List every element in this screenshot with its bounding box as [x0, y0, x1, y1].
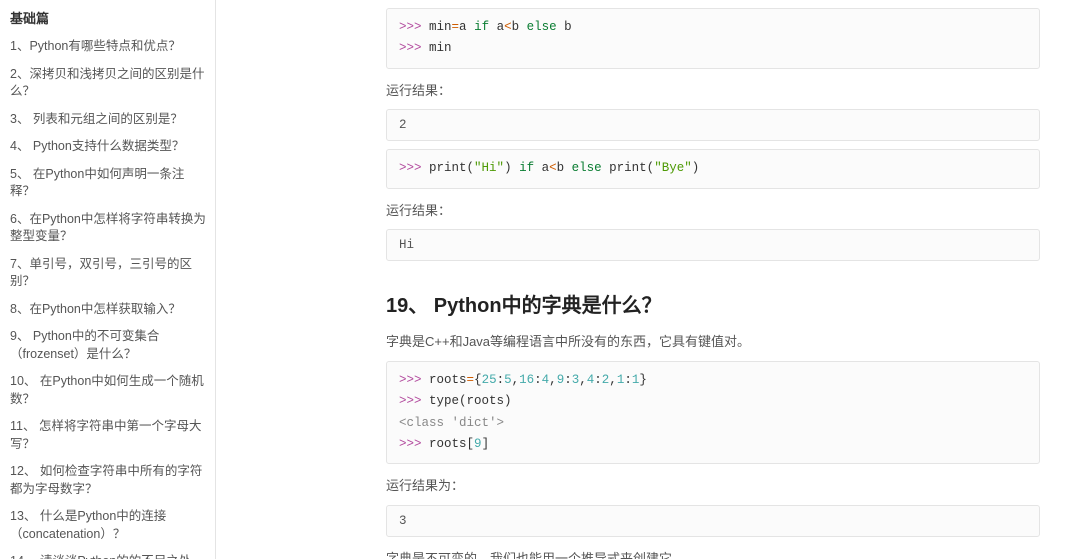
output-block: Hi: [386, 229, 1040, 261]
sidebar-item-2[interactable]: 2、深拷贝和浅拷贝之间的区别是什么？: [10, 61, 209, 106]
output-block: 3: [386, 505, 1040, 537]
code-block-min: >>> min=a if a<b else b>>> min: [386, 8, 1040, 69]
sidebar-item-8[interactable]: 8、在Python中怎样获取输入？: [10, 296, 209, 324]
paragraph: 字典是不可变的，我们也能用一个推导式来创建它。: [386, 549, 1040, 559]
sidebar-item-11[interactable]: 11、 怎样将字符串中第一个字母大写？: [10, 413, 209, 458]
code-line: >>> type(roots): [399, 391, 1027, 412]
result-label: 运行结果：: [386, 201, 1040, 222]
sidebar-item-14[interactable]: 14、 请谈谈Python的的不足之处。: [10, 548, 209, 559]
paragraph: 字典是C++和Java等编程语言中所没有的东西，它具有键值对。: [386, 332, 1040, 353]
code-line: >>> print("Hi") if a<b else print("Bye"): [399, 158, 1027, 179]
sidebar-list: 1、Python有哪些特点和优点？2、深拷贝和浅拷贝之间的区别是什么？3、 列表…: [10, 33, 209, 559]
code-line: >>> min=a if a<b else b: [399, 17, 1027, 38]
code-block-roots-dict: >>> roots={25:5,16:4,9:3,4:2,1:1}>>> typ…: [386, 361, 1040, 464]
sidebar-item-5[interactable]: 5、 在Python中如何声明一条注释？: [10, 161, 209, 206]
sidebar-item-7[interactable]: 7、单引号，双引号，三引号的区别？: [10, 251, 209, 296]
sidebar-item-9[interactable]: 9、 Python中的不可变集合（frozenset）是什么？: [10, 323, 209, 368]
result-label: 运行结果：: [386, 81, 1040, 102]
code-line: <class 'dict'>: [399, 413, 1027, 434]
code-line: >>> roots[9]: [399, 434, 1027, 455]
code-block-print-hi: >>> print("Hi") if a<b else print("Bye"): [386, 149, 1040, 188]
sidebar-item-3[interactable]: 3、 列表和元组之间的区别是？: [10, 106, 209, 134]
section-title-19: 19、 Python中的字典是什么？: [386, 289, 1040, 318]
sidebar-item-13[interactable]: 13、 什么是Python中的连接（concatenation）？: [10, 503, 209, 548]
output-block: 2: [386, 109, 1040, 141]
sidebar-item-1[interactable]: 1、Python有哪些特点和优点？: [10, 33, 209, 61]
article-content: >>> min=a if a<b else b>>> min 运行结果： 2 >…: [216, 0, 1080, 559]
sidebar-item-12[interactable]: 12、 如何检查字符串中所有的字符都为字母数字？: [10, 458, 209, 503]
sidebar: 基础篇 1、Python有哪些特点和优点？2、深拷贝和浅拷贝之间的区别是什么？3…: [0, 0, 216, 559]
result-label: 运行结果为：: [386, 476, 1040, 497]
sidebar-section-title: 基础篇: [10, 8, 209, 27]
code-line: >>> min: [399, 38, 1027, 59]
sidebar-item-10[interactable]: 10、 在Python中如何生成一个随机数？: [10, 368, 209, 413]
code-line: >>> roots={25:5,16:4,9:3,4:2,1:1}: [399, 370, 1027, 391]
sidebar-item-6[interactable]: 6、在Python中怎样将字符串转换为整型变量？: [10, 206, 209, 251]
sidebar-item-4[interactable]: 4、 Python支持什么数据类型？: [10, 133, 209, 161]
